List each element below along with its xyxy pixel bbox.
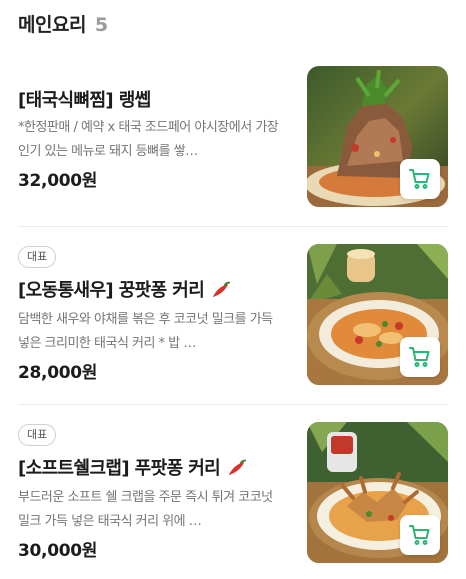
item-description: *한정판매 / 예약 x 태국 조드페어 야시장에서 가장 인기 있는 메뉴로 … [18,120,279,159]
item-description: 부드러운 소프트 쉘 크랩을 주문 즉시 튀겨 코코넛 밀크 가득 넣은 태국식… [18,490,273,529]
item-name: [소프트쉘크랩] 푸팟퐁 커리 [18,454,248,480]
divider [18,404,448,405]
cart-icon [409,347,430,367]
item-name: [태국식뼈찜] 랭쎕 [18,86,151,112]
add-to-cart-button[interactable] [400,515,440,555]
section-header: 메인요리 5 [18,10,108,37]
item-name-text: [소프트쉘크랩] 푸팟퐁 커리 [18,458,221,479]
signature-badge: 대표 [18,424,57,446]
item-photo-shrimp-curry[interactable] [307,244,448,385]
item-photo-pork-bone-stew[interactable] [307,66,448,207]
chili-pepper-icon [212,281,231,298]
cart-icon [409,525,430,545]
item-photo-soft-shell-crab-curry[interactable] [307,422,448,563]
signature-badge: 대표 [18,246,57,268]
item-price: 32,000원 [18,171,98,191]
item-description: 담백한 새우와 야채를 볶은 후 코코넛 밀크를 가득 넣은 크리미한 태국식 … [18,312,273,351]
item-name-text: [태국식뼈찜] 랭쎕 [18,90,151,111]
add-to-cart-button[interactable] [400,337,440,377]
item-name-text: [오동통새우] 꿍팟퐁 커리 [18,280,205,301]
add-to-cart-button[interactable] [400,159,440,199]
section-count: 5 [94,14,109,36]
chili-pepper-icon [228,459,247,476]
divider [18,226,448,227]
menu-item-kung-pad-pong-curry[interactable]: 대표 [오동통새우] 꿍팟퐁 커리 담백한 새우와 야채를 볶은 후 코코넛 밀… [0,236,466,406]
item-price: 28,000원 [18,363,98,383]
menu-item-pu-pad-pong-curry[interactable]: 대표 [소프트쉘크랩] 푸팟퐁 커리 부드러운 소프트 쉘 크랩을 주문 즉시 … [0,414,466,579]
menu-item-rangseb[interactable]: [태국식뼈찜] 랭쎕 *한정판매 / 예약 x 태국 조드페어 야시장에서 가장… [0,58,466,228]
cart-icon [409,169,430,189]
section-title: 메인요리 [18,14,86,36]
item-price: 30,000원 [18,541,98,561]
item-name: [오동통새우] 꿍팟퐁 커리 [18,276,232,302]
